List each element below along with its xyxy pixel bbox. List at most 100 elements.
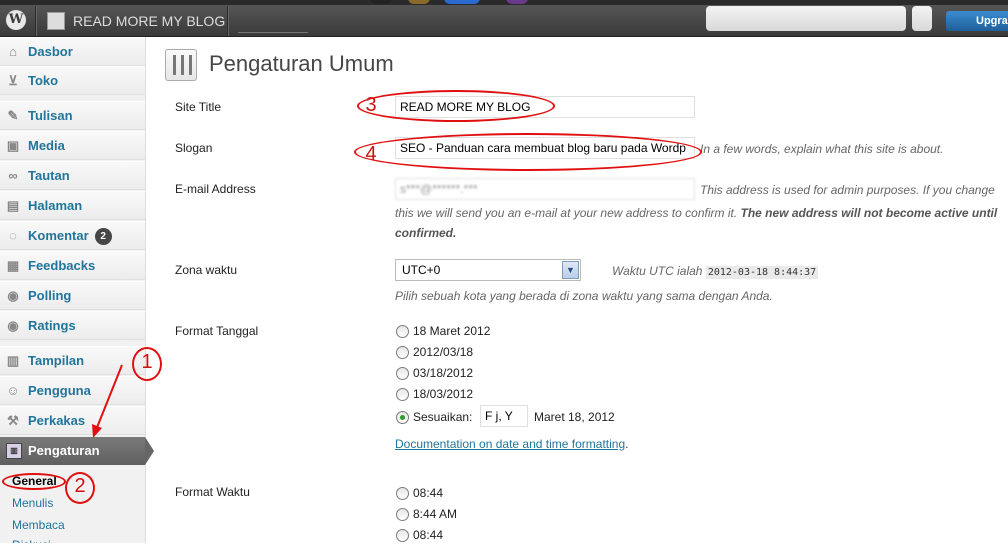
date-format-option-label: 18/03/2012	[413, 387, 474, 401]
email-description-line2: this we will send you an e-mail at your …	[395, 206, 997, 220]
timezone-description: Pilih sebuah kota yang berada di zona wa…	[395, 289, 773, 303]
email-description-bold: The new address will not become active u…	[740, 206, 998, 220]
slogan-label: Slogan	[175, 141, 213, 155]
users-icon: ☺	[6, 383, 20, 398]
bar-icon-1	[370, 0, 392, 4]
pin-icon: ✎	[7, 108, 19, 123]
sidebar-item-ratings[interactable]: ◉ Ratings	[0, 311, 145, 340]
utc-time-value: 2012-03-18 8:44:37	[705, 266, 819, 279]
doc-link-period: .	[625, 437, 629, 451]
slider-bar	[189, 55, 192, 75]
appearance-icon: ▥	[6, 353, 20, 368]
sidebar-item-toko[interactable]: ⊻ Toko	[0, 66, 145, 95]
submenu-menulis[interactable]: Menulis	[12, 496, 53, 510]
annotation-number-2: 2	[74, 475, 86, 497]
sidebar-item-label: Media	[28, 138, 65, 153]
radio-button[interactable]	[396, 367, 409, 380]
radio-button[interactable]	[396, 487, 409, 500]
submenu-membaca[interactable]: Membaca	[12, 518, 65, 532]
sidebar-item-media[interactable]: ▣ Media	[0, 131, 145, 160]
radio-button[interactable]	[396, 508, 409, 521]
submenu-partial[interactable]: Diskusi	[12, 538, 51, 543]
comment-count-badge: 2	[94, 228, 112, 245]
custom-format-label: Sesuaikan:	[413, 410, 473, 424]
site-avatar-icon	[47, 12, 65, 30]
email-input[interactable]: s***@******.***	[395, 178, 695, 200]
sidebar-item-tautan[interactable]: ∞ Tautan	[0, 161, 145, 190]
sidebar-item-label: Tampilan	[28, 353, 85, 368]
wordpress-logo-icon[interactable]: W	[6, 10, 26, 30]
adminbar-search-area[interactable]	[706, 6, 906, 31]
sidebar-item-label: Feedbacks	[28, 258, 96, 273]
time-format-option-label: 8:44 AM	[413, 507, 458, 521]
sidebar-item-label: Tulisan	[28, 108, 73, 123]
sidebar-item-label: Komentar	[28, 228, 89, 243]
page-icon: ▤	[6, 198, 20, 213]
poll-icon: ◉	[7, 288, 19, 303]
custom-date-preview: Maret 18, 2012	[534, 410, 615, 424]
custom-date-format-input[interactable]: F j, Y	[480, 405, 528, 427]
annotation-arrow	[92, 364, 123, 438]
utc-time-info: Waktu UTC ialah 2012-03-18 8:44:37	[612, 264, 819, 279]
divider	[227, 6, 229, 36]
date-format-option-label: 18 Maret 2012	[413, 324, 491, 338]
sidebar-item-label: Polling	[28, 288, 72, 303]
cart-icon: ⊻	[8, 73, 18, 88]
sidebar-item-label: Pengguna	[28, 383, 91, 398]
timezone-select[interactable]: UTC+0 ▼	[395, 259, 581, 281]
stats-sparkline[interactable]	[238, 24, 308, 33]
slider-bar	[181, 55, 184, 75]
sidebar-item-label: Tautan	[28, 168, 70, 183]
sidebar-item-feedbacks[interactable]: ▦ Feedbacks	[0, 251, 145, 280]
sidebar-item-label: Pengaturan	[28, 443, 100, 458]
email-label: E-mail Address	[175, 182, 256, 196]
bar-icon-3	[444, 0, 480, 4]
sidebar-item-label: Ratings	[28, 318, 76, 333]
ratings-icon: ◉	[7, 318, 19, 333]
divider	[35, 6, 37, 36]
site-name-link[interactable]: READ MORE MY BLOG	[73, 13, 225, 29]
chevron-down-icon[interactable]: ▼	[562, 261, 579, 279]
utc-time-label: Waktu UTC ialah	[612, 264, 703, 278]
sidebar-item-polling[interactable]: ◉ Polling	[0, 281, 145, 310]
sidebar-item-halaman[interactable]: ▤ Halaman	[0, 191, 145, 220]
main-content: Pengaturan Umum Site Title READ MORE MY …	[146, 37, 1008, 543]
sidebar-item-label: Halaman	[28, 198, 83, 213]
radio-button-checked[interactable]	[396, 411, 409, 424]
radio-button[interactable]	[396, 325, 409, 338]
link-icon: ∞	[8, 168, 18, 183]
comment-icon: ◌	[9, 228, 17, 243]
admin-sidebar: ⌂ Dasbor ⊻ Toko ✎ Tulisan ▣ Media ∞ Taut…	[0, 37, 146, 543]
email-description-text: this we will send you an e-mail at your …	[395, 206, 738, 220]
time-format-option-label: 08:44	[413, 486, 444, 500]
timezone-label: Zona waktu	[175, 263, 238, 277]
slogan-description: In a few words, explain what this site i…	[700, 142, 944, 156]
tools-icon: ⚒	[7, 413, 19, 428]
adminbar-button[interactable]	[912, 6, 932, 31]
slider-bar	[173, 55, 176, 75]
annotation-oval-slogan	[354, 133, 702, 171]
settings-icon: ▥	[6, 443, 22, 459]
media-icon: ▣	[6, 138, 20, 153]
upgrade-button[interactable]: Upgra	[946, 11, 1008, 31]
annotation-oval-site-title	[357, 90, 555, 122]
sidebar-item-komentar[interactable]: ◌ Komentar 2	[0, 221, 145, 250]
radio-button[interactable]	[396, 388, 409, 401]
bar-icon-2	[408, 0, 430, 4]
annotation-number-1: 1	[141, 351, 153, 373]
bar-icon-4	[506, 0, 528, 4]
settings-sliders-icon	[165, 49, 197, 81]
sidebar-item-dasbor[interactable]: ⌂ Dasbor	[0, 37, 145, 66]
sidebar-item-tulisan[interactable]: ✎ Tulisan	[0, 101, 145, 130]
radio-button[interactable]	[396, 346, 409, 359]
sidebar-item-label: Toko	[28, 73, 59, 88]
sidebar-item-pengaturan[interactable]: ▥ Pengaturan	[0, 437, 154, 465]
radio-button[interactable]	[396, 529, 409, 542]
date-docs-link[interactable]: Documentation on date and time formattin…	[395, 437, 625, 451]
date-format-option-label: 03/18/2012	[413, 366, 474, 380]
doc-link-wrap: Documentation on date and time formattin…	[395, 437, 628, 451]
date-format-label: Format Tanggal	[175, 324, 259, 338]
time-format-option-label: 08:44	[413, 528, 444, 542]
sidebar-item-label-wrap: Komentar 2	[28, 228, 112, 245]
sidebar-item-label: Dasbor	[28, 44, 73, 59]
